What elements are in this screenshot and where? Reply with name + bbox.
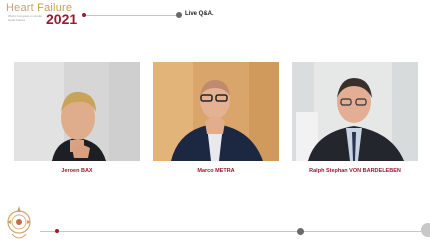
speaker-name-1: Jeroen BAX [61, 168, 93, 174]
timeline-track [40, 231, 425, 232]
timeline-start-dot [55, 229, 59, 233]
logo-year: 2021 [46, 11, 78, 27]
speaker-1-video-frame [14, 62, 140, 161]
video-tile-speaker-2 [153, 62, 279, 161]
speaker-2-video-frame [153, 62, 279, 161]
timeline-end-marker [421, 223, 430, 237]
speaker-3-video-frame [292, 62, 418, 161]
congress-logo: Heart Failure World Congress on Acute He… [6, 2, 86, 28]
header-session-dot [176, 12, 182, 18]
logo-subtitle: World Congress on Acute Heart Failure [8, 14, 42, 22]
congress-ornament-icon [2, 200, 36, 242]
timeline-position-dot[interactable] [297, 228, 304, 235]
header-progress-track [84, 15, 180, 16]
header-progress-start-dot [82, 13, 86, 17]
video-tile-speaker-1 [14, 62, 140, 161]
video-tile-speaker-3 [292, 62, 418, 161]
speaker-name-2: Marco METRA [197, 168, 235, 174]
speaker-name-3: Ralph Stephan VON BARDELEBEN [309, 168, 401, 174]
session-title: Live Q&A. [185, 11, 214, 17]
logo-heart-text: Heart [6, 2, 34, 14]
